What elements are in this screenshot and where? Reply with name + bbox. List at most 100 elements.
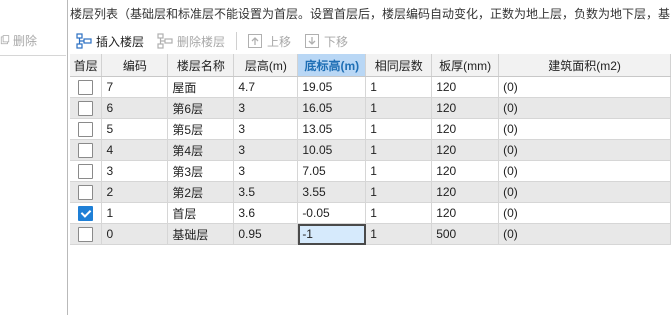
building-area-cell[interactable]: (0)	[498, 97, 671, 119]
same-count-cell[interactable]: 1	[365, 97, 433, 119]
bottom-elevation-cell[interactable]: 19.05	[297, 76, 367, 98]
floor-height-cell[interactable]: 3	[233, 139, 299, 161]
column-header-slab-thickness[interactable]: 板厚(mm)	[431, 54, 500, 77]
building-area-cell[interactable]: (0)	[498, 160, 671, 182]
floor-name-cell[interactable]: 第2层	[167, 181, 235, 203]
floor-height-cell[interactable]: 3	[233, 97, 299, 119]
code-cell[interactable]: 7	[101, 76, 169, 98]
same-count-cell[interactable]: 1	[365, 181, 433, 203]
table-row[interactable]: 4 第4层 3 10.05 1 120 (0)	[70, 139, 671, 161]
code-cell[interactable]: 6	[101, 97, 169, 119]
building-area-cell[interactable]: (0)	[498, 139, 671, 161]
floor-height-cell[interactable]: 3.6	[233, 202, 299, 224]
floor-list-title: 楼层列表（基础层和标准层不能设置为首层。设置首层后，楼层编码自动变化，正数为地上…	[70, 7, 671, 21]
building-area-cell[interactable]: (0)	[498, 202, 671, 224]
table-row[interactable]: 0 基础层 0.95 -1 1 500 (0)	[70, 223, 671, 245]
arrow-down-icon	[304, 33, 320, 49]
table-row[interactable]: 3 第3层 3 7.05 1 120 (0)	[70, 160, 671, 182]
first-floor-checkbox[interactable]	[78, 142, 94, 158]
building-area-cell[interactable]: (0)	[498, 223, 671, 245]
floor-name-cell[interactable]: 第5层	[167, 118, 235, 140]
first-floor-checkbox[interactable]	[78, 79, 94, 95]
building-area-cell[interactable]: (0)	[498, 118, 671, 140]
floor-name-cell[interactable]: 第4层	[167, 139, 235, 161]
slab-thickness-cell[interactable]: 120	[431, 139, 500, 161]
first-floor-cell	[70, 160, 103, 182]
slab-thickness-cell[interactable]: 120	[431, 118, 500, 140]
delete-floor-label: 删除楼层	[177, 34, 226, 49]
table-row[interactable]: 7 屋面 4.7 19.05 1 120 (0)	[70, 76, 671, 98]
first-floor-checkbox[interactable]	[78, 184, 94, 200]
first-floor-cell	[70, 181, 103, 203]
first-floor-cell	[70, 139, 103, 161]
bottom-elevation-cell[interactable]: 7.05	[297, 160, 367, 182]
floor-name-cell[interactable]: 第3层	[167, 160, 235, 182]
code-cell[interactable]: 4	[101, 139, 169, 161]
left-delete-button[interactable]: 删除	[0, 26, 66, 54]
first-floor-checkbox[interactable]	[78, 100, 94, 116]
floor-height-cell[interactable]: 3.5	[233, 181, 299, 203]
building-area-cell[interactable]: (0)	[498, 181, 671, 203]
table-header-row: 首层 编码 楼层名称 层高(m) 底标高(m) 相同层数 板厚(mm) 建筑面积…	[70, 54, 671, 77]
same-count-cell[interactable]: 1	[365, 118, 433, 140]
first-floor-cell	[70, 118, 103, 140]
code-cell[interactable]: 5	[101, 118, 169, 140]
floor-name-cell[interactable]: 第6层	[167, 97, 235, 119]
slab-thickness-cell[interactable]: 120	[431, 181, 500, 203]
move-up-button[interactable]: 上移	[241, 29, 298, 53]
first-floor-cell	[70, 97, 103, 119]
code-cell[interactable]: 2	[101, 181, 169, 203]
first-floor-checkbox[interactable]	[78, 121, 94, 137]
column-header-floor-name[interactable]: 楼层名称	[167, 54, 235, 77]
building-area-cell[interactable]: (0)	[498, 76, 671, 98]
bottom-elevation-edit-cell[interactable]: -1	[297, 223, 367, 245]
floor-name-cell[interactable]: 基础层	[167, 223, 235, 245]
first-floor-checkbox[interactable]	[78, 205, 94, 221]
move-down-button[interactable]: 下移	[298, 29, 355, 53]
column-header-first-floor[interactable]: 首层	[70, 54, 103, 77]
floor-height-cell[interactable]: 4.7	[233, 76, 299, 98]
code-cell[interactable]: 1	[101, 202, 169, 224]
slab-thickness-cell[interactable]: 120	[431, 160, 500, 182]
floor-height-cell[interactable]: 3	[233, 160, 299, 182]
move-up-label: 上移	[267, 34, 292, 49]
table-row[interactable]: 6 第6层 3 16.05 1 120 (0)	[70, 97, 671, 119]
column-header-code[interactable]: 编码	[101, 54, 169, 77]
column-header-bottom-elevation[interactable]: 底标高(m)	[297, 54, 367, 77]
slab-thickness-cell[interactable]: 120	[431, 202, 500, 224]
insert-floor-button[interactable]: 插入楼层	[70, 29, 151, 53]
first-floor-cell	[70, 223, 103, 245]
table-row[interactable]: 1 首层 3.6 -0.05 1 120 (0)	[70, 202, 671, 224]
bottom-elevation-cell[interactable]: 13.05	[297, 118, 367, 140]
same-count-cell[interactable]: 1	[365, 160, 433, 182]
column-header-same-count[interactable]: 相同层数	[365, 54, 433, 77]
delete-floor-button[interactable]: 删除楼层	[151, 29, 232, 53]
copy-icon	[0, 32, 10, 48]
slab-thickness-cell[interactable]: 120	[431, 97, 500, 119]
same-count-cell[interactable]: 1	[365, 139, 433, 161]
same-count-cell[interactable]: 1	[365, 202, 433, 224]
slab-thickness-cell[interactable]: 120	[431, 76, 500, 98]
floor-height-cell[interactable]: 3	[233, 118, 299, 140]
slab-thickness-cell[interactable]: 500	[431, 223, 500, 245]
left-panel: 删除	[0, 0, 68, 315]
column-header-floor-height[interactable]: 层高(m)	[233, 54, 299, 77]
column-header-building-area[interactable]: 建筑面积(m2)	[498, 54, 671, 77]
floor-toolbar: 插入楼层 删除楼层 上移 下移	[70, 28, 671, 54]
first-floor-checkbox[interactable]	[78, 226, 94, 242]
table-row[interactable]: 2 第2层 3.5 3.55 1 120 (0)	[70, 181, 671, 203]
first-floor-checkbox[interactable]	[78, 163, 94, 179]
insert-floor-icon	[76, 33, 92, 49]
table-row[interactable]: 5 第5层 3 13.05 1 120 (0)	[70, 118, 671, 140]
floor-name-cell[interactable]: 首层	[167, 202, 235, 224]
same-count-cell[interactable]: 1	[365, 76, 433, 98]
bottom-elevation-cell[interactable]: -0.05	[297, 202, 367, 224]
same-count-cell[interactable]: 1	[365, 223, 433, 245]
bottom-elevation-cell[interactable]: 3.55	[297, 181, 367, 203]
floor-height-cell[interactable]: 0.95	[233, 223, 299, 245]
floor-name-cell[interactable]: 屋面	[167, 76, 235, 98]
code-cell[interactable]: 0	[101, 223, 169, 245]
bottom-elevation-cell[interactable]: 16.05	[297, 97, 367, 119]
code-cell[interactable]: 3	[101, 160, 169, 182]
bottom-elevation-cell[interactable]: 10.05	[297, 139, 367, 161]
